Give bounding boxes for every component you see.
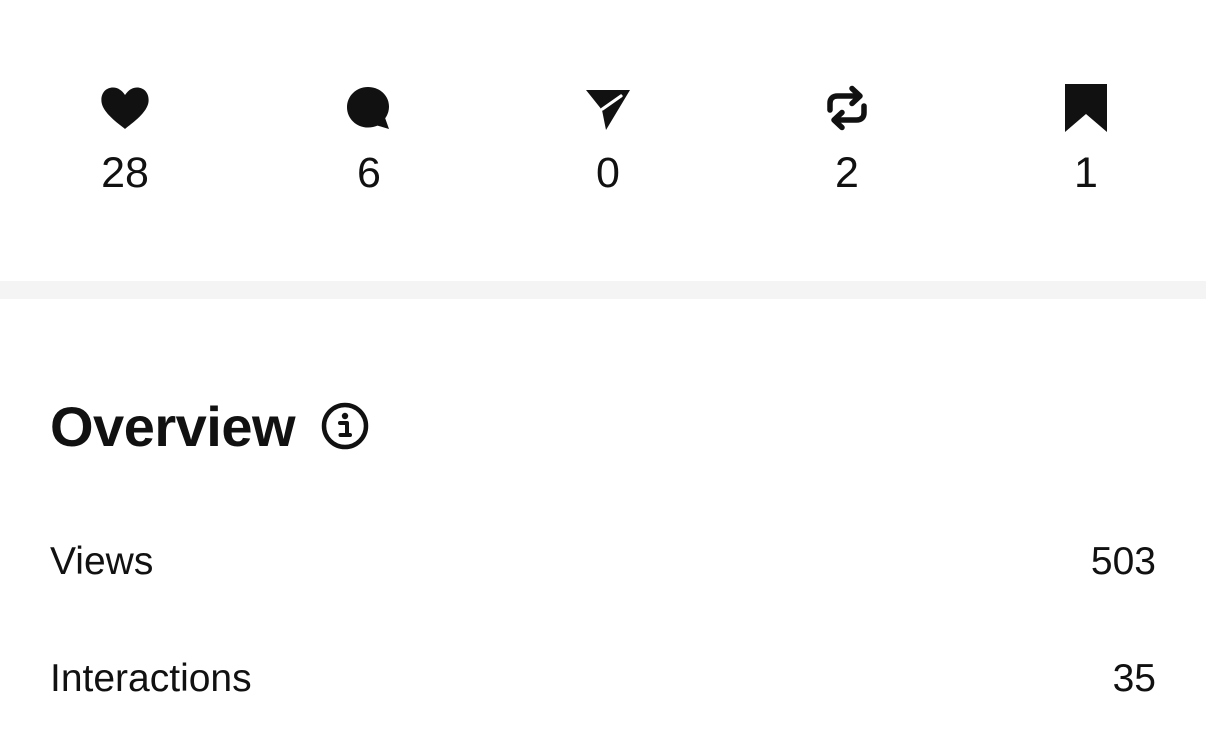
section-divider	[0, 281, 1206, 299]
shares-stat[interactable]: 0	[548, 82, 668, 202]
metric-row-interactions: Interactions 35	[50, 651, 1156, 707]
comment-bubble-icon	[343, 82, 395, 134]
send-icon	[582, 82, 634, 134]
reposts-count: 2	[835, 149, 859, 197]
metric-row-views: Views 503	[50, 534, 1156, 590]
info-icon[interactable]	[321, 402, 369, 450]
repost-icon	[821, 82, 873, 134]
metric-value: 35	[1112, 657, 1156, 700]
overview-title: Overview	[50, 394, 296, 458]
comments-stat[interactable]: 6	[309, 82, 429, 202]
engagement-stats-row: 28 6 0 2 1	[0, 82, 1206, 202]
comments-count: 6	[357, 149, 381, 197]
saves-stat[interactable]: 1	[1026, 82, 1146, 202]
likes-stat[interactable]: 28	[65, 82, 185, 202]
metric-label: Views	[50, 540, 154, 583]
reposts-stat[interactable]: 2	[787, 82, 907, 202]
bookmark-icon	[1060, 82, 1112, 134]
saves-count: 1	[1074, 149, 1098, 197]
post-insights-page: 28 6 0 2 1 Overview Views 503 Interactio…	[0, 0, 1206, 736]
heart-icon	[99, 82, 151, 134]
overview-header: Overview	[50, 394, 369, 458]
shares-count: 0	[596, 149, 620, 197]
metric-label: Interactions	[50, 657, 252, 700]
likes-count: 28	[101, 149, 149, 197]
metric-value: 503	[1090, 540, 1156, 583]
